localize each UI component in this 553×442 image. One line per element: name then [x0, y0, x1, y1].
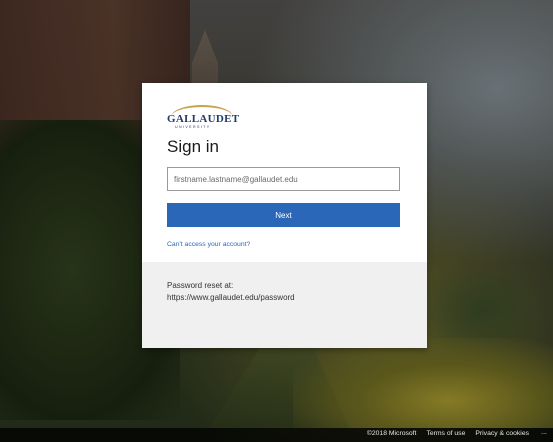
- password-reset-info: Password reset at: https://www.gallaudet…: [142, 262, 427, 348]
- page-title: Sign in: [167, 137, 219, 156]
- more-options-icon[interactable]: ...: [541, 429, 547, 436]
- signin-card: GALLAUDET UNIVERSITY Sign in Next Can't …: [142, 83, 427, 348]
- email-field[interactable]: [167, 167, 400, 191]
- password-reset-label: Password reset at:: [167, 281, 234, 290]
- logo-subtitle: UNIVERSITY: [175, 125, 211, 129]
- signin-card-main: GALLAUDET UNIVERSITY Sign in Next Can't …: [142, 83, 427, 262]
- terms-link[interactable]: Terms of use: [426, 430, 465, 437]
- logo-wordmark: GALLAUDET: [167, 113, 240, 125]
- cant-access-link[interactable]: Can't access your account?: [167, 241, 402, 248]
- gallaudet-logo: GALLAUDET UNIVERSITY: [167, 105, 240, 129]
- footer-links: ©2018 Microsoft Terms of use Privacy & c…: [367, 430, 529, 437]
- privacy-link[interactable]: Privacy & cookies: [475, 430, 529, 437]
- footer-bar: ©2018 Microsoft Terms of use Privacy & c…: [0, 428, 553, 442]
- copyright-text: ©2018 Microsoft: [366, 430, 417, 437]
- next-button[interactable]: Next: [167, 203, 400, 227]
- password-reset-url: https://www.gallaudet.edu/password: [167, 293, 295, 302]
